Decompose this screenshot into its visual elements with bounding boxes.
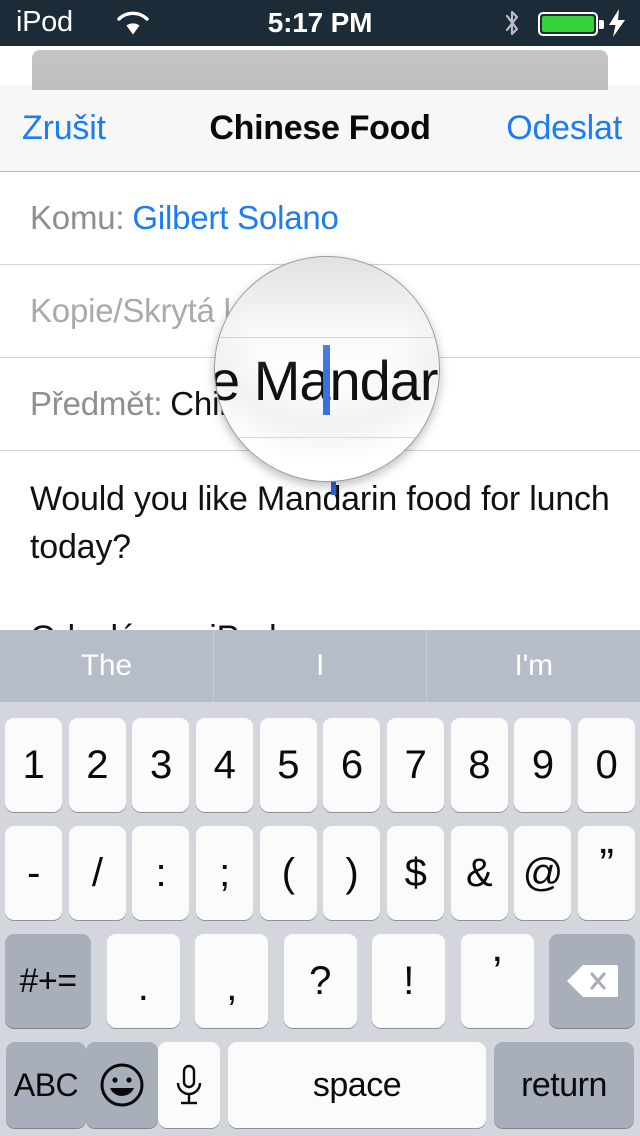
- suggestion-0[interactable]: The: [0, 630, 213, 702]
- key-period-label: .: [137, 964, 149, 1009]
- key-comma[interactable]: ,: [195, 934, 268, 1028]
- key-apostrophe[interactable]: ’: [460, 934, 534, 1028]
- loupe-divider-line-2: [215, 437, 439, 438]
- autocomplete-suggestion-bar: The I I'm: [0, 630, 640, 702]
- smiley-face-icon[interactable]: [86, 1042, 158, 1128]
- lightning-bolt-icon: [609, 9, 625, 37]
- loupe-divider-line: [215, 337, 439, 338]
- key-paren-open[interactable]: (: [259, 826, 317, 920]
- keyboard-row-punctuation: #+= . , ? ! ’: [0, 934, 640, 1028]
- key-4[interactable]: 4: [195, 718, 253, 812]
- iphone-screen: iPod 5:17 PM Zrušit Chinese Food Odeslat…: [0, 0, 640, 1136]
- key-6[interactable]: 6: [323, 718, 381, 812]
- key-2[interactable]: 2: [68, 718, 126, 812]
- key-1[interactable]: 1: [5, 718, 62, 812]
- keyboard-row-symbols: - / : ; ( ) $ & @ ”: [0, 826, 640, 920]
- message-body-text[interactable]: Would you like Mandarin food for lunch t…: [30, 475, 610, 571]
- key-ampersand[interactable]: &: [450, 826, 508, 920]
- key-abc[interactable]: ABC: [6, 1042, 86, 1128]
- key-paren-close[interactable]: ): [323, 826, 381, 920]
- key-period[interactable]: .: [106, 934, 180, 1028]
- key-colon[interactable]: :: [132, 826, 190, 920]
- microphone-icon[interactable]: [158, 1042, 220, 1128]
- battery-nub-icon: [599, 20, 604, 29]
- key-0[interactable]: 0: [577, 718, 635, 812]
- key-5[interactable]: 5: [259, 718, 317, 812]
- to-field-label: Komu:: [30, 199, 125, 236]
- to-field-value[interactable]: Gilbert Solano: [132, 199, 339, 237]
- key-more-symbols[interactable]: #+=: [5, 934, 91, 1028]
- key-apostrophe-label: ’: [492, 947, 502, 997]
- subject-field-label: Předmět:: [30, 385, 163, 422]
- key-semicolon[interactable]: ;: [195, 826, 253, 920]
- to-field-row[interactable]: Komu: Gilbert Solano: [0, 172, 640, 265]
- key-8[interactable]: 8: [450, 718, 508, 812]
- key-comma-label: ,: [226, 964, 237, 1009]
- key-quote-label: ”: [599, 839, 614, 889]
- loupe-caret: [323, 345, 330, 415]
- send-button[interactable]: Odeslat: [506, 109, 622, 148]
- key-exclamation[interactable]: !: [372, 934, 445, 1028]
- smiley-glyph: [100, 1063, 144, 1107]
- backspace-glyph: [567, 965, 618, 997]
- key-3[interactable]: 3: [132, 718, 190, 812]
- key-dollar[interactable]: $: [386, 826, 444, 920]
- key-return[interactable]: return: [494, 1042, 634, 1128]
- background-sheet: [32, 50, 608, 90]
- suggestion-1[interactable]: I: [212, 630, 427, 702]
- key-9[interactable]: 9: [514, 718, 572, 812]
- text-loupe-icon: e Mandarin fo: [214, 256, 440, 482]
- suggestion-2[interactable]: I'm: [426, 630, 640, 702]
- key-quote[interactable]: ”: [577, 826, 635, 920]
- battery-icon: [538, 12, 598, 36]
- key-question[interactable]: ?: [283, 934, 357, 1028]
- microphone-glyph: [176, 1064, 202, 1105]
- key-space[interactable]: space: [228, 1042, 486, 1128]
- status-bar: iPod 5:17 PM: [0, 0, 640, 46]
- keyboard-row-numbers: 1 2 3 4 5 6 7 8 9 0: [0, 718, 640, 812]
- on-screen-keyboard: The I I'm 1 2 3 4 5 6 7 8 9 0 - / : ; ( …: [0, 630, 640, 1136]
- navigation-bar: Zrušit Chinese Food Odeslat: [0, 85, 640, 172]
- backspace-icon[interactable]: [549, 934, 635, 1028]
- key-slash[interactable]: /: [68, 826, 126, 920]
- keyboard-row-bottom: ABC space return: [0, 1042, 640, 1128]
- key-at[interactable]: @: [514, 826, 572, 920]
- key-hyphen[interactable]: -: [5, 826, 62, 920]
- bluetooth-icon: [505, 10, 519, 36]
- key-7[interactable]: 7: [386, 718, 444, 812]
